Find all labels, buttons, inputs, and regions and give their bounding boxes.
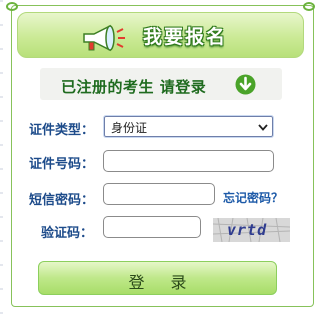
forgot-password-link[interactable]: 忘记密码？ [223,189,283,206]
captcha-input[interactable] [103,216,201,238]
megaphone-icon [83,24,125,52]
page-title: 我要报名 [143,26,228,48]
panel-ring-right [303,2,315,11]
login-button-label: 登录 [128,273,213,292]
page-edge [0,0,3,317]
captcha-text: vrtd [227,221,267,239]
captcha-image[interactable]: vrtd [213,218,290,242]
login-button[interactable]: 登录 [38,261,277,295]
sms-password-input[interactable] [103,183,215,205]
sms-password-label: 短信密码： [29,193,95,208]
id-type-select[interactable]: 身份证 [103,115,274,138]
id-type-label: 证件类型： [29,123,95,138]
id-number-input[interactable] [103,150,274,172]
id-number-label: 证件号码： [29,157,95,172]
login-banner-text: 已注册的考生 请登录 [61,78,207,96]
chevron-down-icon [258,124,268,131]
arrow-down-icon [235,74,256,95]
panel-ring-left [6,2,18,11]
captcha-label: 验证码： [41,226,94,241]
id-type-value: 身份证 [111,121,148,135]
